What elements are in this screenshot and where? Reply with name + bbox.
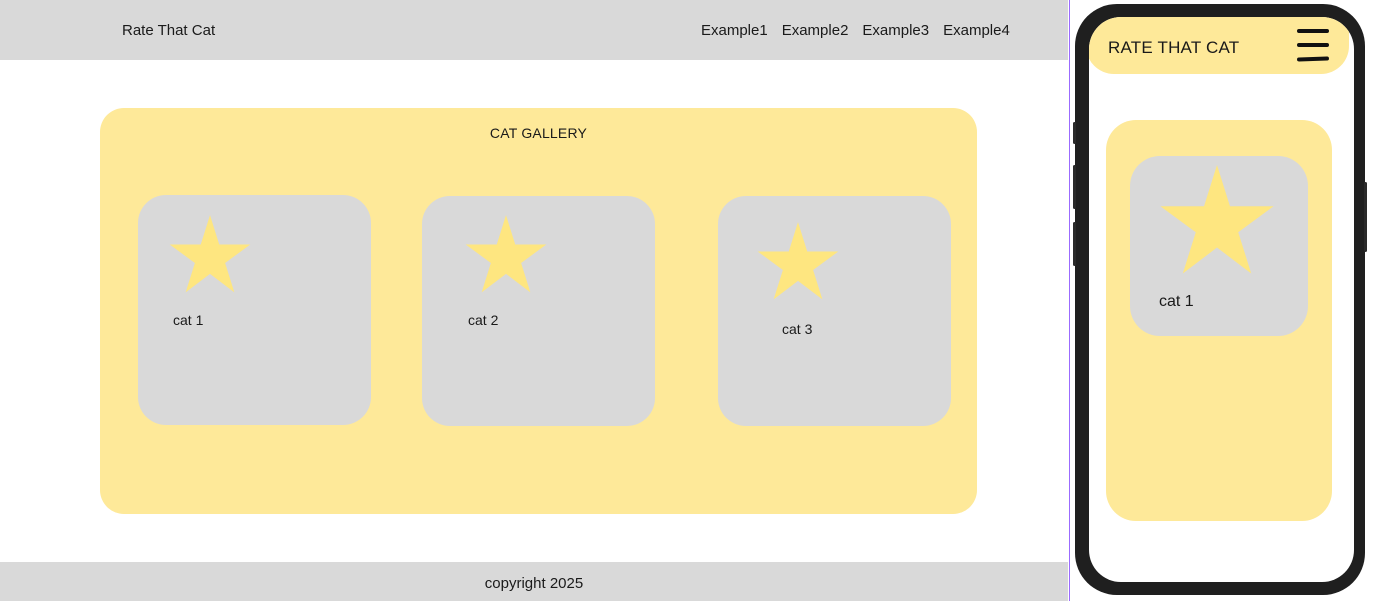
site-brand[interactable]: Rate That Cat <box>122 22 215 39</box>
nav-link-example3[interactable]: Example3 <box>862 22 929 39</box>
cat-card-2[interactable]: cat 2 <box>422 196 655 426</box>
site-footer: copyright 2025 <box>0 562 1068 601</box>
nav-link-example1[interactable]: Example1 <box>701 22 768 39</box>
cat-card-label: cat 3 <box>782 321 813 337</box>
nav-link-example4[interactable]: Example4 <box>943 22 1010 39</box>
gallery-title: CAT GALLERY <box>489 125 588 141</box>
artboard-border <box>1069 0 1070 601</box>
cat-card-label: cat 1 <box>173 312 204 328</box>
phone-side-button <box>1073 222 1076 266</box>
mobile-brand[interactable]: RATE THAT CAT <box>1108 38 1239 58</box>
main-nav: Example1 Example2 Example3 Example4 <box>701 22 1010 39</box>
phone-side-button <box>1073 122 1076 144</box>
cat-gallery: CAT GALLERY cat 1 cat 2 cat 3 <box>100 108 977 514</box>
cat-card-label: cat 2 <box>468 312 499 328</box>
phone-power-button <box>1364 182 1367 252</box>
hamburger-line <box>1297 43 1329 47</box>
star-icon <box>757 222 839 300</box>
mobile-cat-card-label: cat 1 <box>1159 293 1194 310</box>
site-header: Rate That Cat Example1 Example2 Example3… <box>0 0 1068 60</box>
phone-side-button <box>1073 165 1076 209</box>
mobile-cat-card-1[interactable]: cat 1 <box>1130 156 1308 336</box>
mobile-header: RATE THAT CAT <box>1089 17 1349 74</box>
mobile-cat-gallery: cat 1 <box>1106 120 1332 521</box>
cat-card-3[interactable]: cat 3 <box>718 196 951 426</box>
copyright-text: copyright 2025 <box>484 575 584 592</box>
hamburger-line <box>1296 56 1330 62</box>
mobile-mockup: RATE THAT CAT cat 1 <box>1089 17 1354 582</box>
design-canvas: Rate That Cat Example1 Example2 Example3… <box>0 0 1377 601</box>
hamburger-line <box>1297 29 1329 33</box>
cat-card-1[interactable]: cat 1 <box>138 195 371 425</box>
desktop-mockup: Rate That Cat Example1 Example2 Example3… <box>0 0 1068 601</box>
hamburger-menu-icon[interactable] <box>1296 27 1331 63</box>
star-icon <box>465 215 547 293</box>
nav-link-example2[interactable]: Example2 <box>782 22 849 39</box>
star-icon <box>1160 164 1274 274</box>
star-icon <box>169 215 251 293</box>
